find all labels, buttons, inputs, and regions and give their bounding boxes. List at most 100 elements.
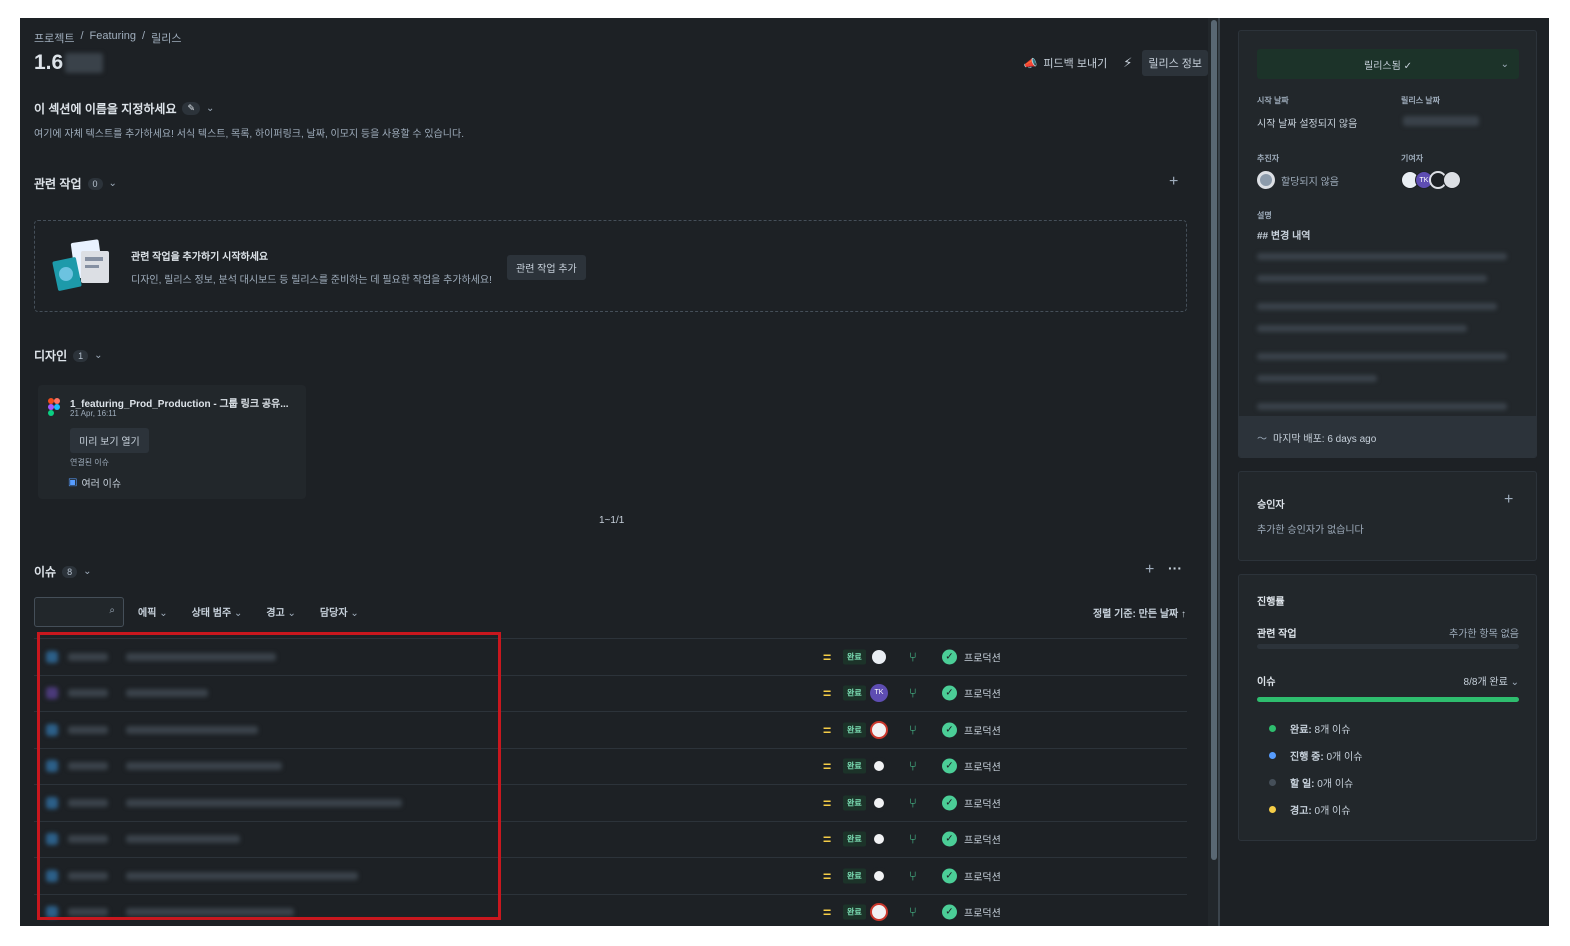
- branch-icon[interactable]: ⑂: [909, 832, 917, 847]
- branch-icon[interactable]: ⑂: [909, 759, 917, 774]
- issue-key-redacted[interactable]: [68, 798, 108, 807]
- open-preview-button[interactable]: 미리 보기 열기: [70, 428, 149, 453]
- release-status-button[interactable]: 릴리스됨 ✓ ⌄: [1257, 49, 1519, 79]
- environment-label[interactable]: 프로덕션: [964, 868, 1001, 883]
- issue-key-redacted[interactable]: [68, 725, 108, 734]
- description-heading[interactable]: ## 변경 내역: [1257, 227, 1310, 242]
- chevron-down-icon[interactable]: ⌄: [206, 103, 214, 114]
- issue-summary-redacted[interactable]: [126, 871, 358, 880]
- issue-summary-redacted[interactable]: [126, 798, 402, 807]
- design-file-name[interactable]: 1_featuring_Prod_Production - 그룹 링크 공유..…: [70, 395, 289, 410]
- chevron-down-icon[interactable]: ⌄: [94, 350, 102, 361]
- avatar[interactable]: [870, 903, 888, 922]
- issue-row[interactable]: = 완료 ⑂ ✓ 프로덕션: [34, 638, 1187, 675]
- issue-row[interactable]: = 완료 TK ⑂ ✓ 프로덕션: [34, 674, 1187, 712]
- branch-icon[interactable]: ⑂: [909, 722, 917, 737]
- status-badge[interactable]: 완료: [843, 831, 866, 847]
- environment-label[interactable]: 프로덕션: [964, 759, 1001, 774]
- panel-divider[interactable]: [1218, 18, 1220, 926]
- issue-key-redacted[interactable]: [68, 762, 108, 771]
- scroll-thumb[interactable]: [1211, 20, 1217, 860]
- filter-status-category[interactable]: 상태 범주 ⌄: [192, 604, 243, 619]
- contributor-avatars[interactable]: TK: [1401, 171, 1461, 189]
- avatar[interactable]: TK: [870, 684, 888, 703]
- linked-issues-link[interactable]: ▣ 여러 이슈: [68, 475, 121, 490]
- avatar[interactable]: [870, 647, 888, 666]
- branch-icon[interactable]: ⑂: [909, 649, 917, 664]
- branch-icon[interactable]: ⑂: [909, 795, 917, 810]
- breadcrumb-project[interactable]: Featuring: [90, 30, 136, 46]
- feedback-button[interactable]: 📣 피드백 보내기: [1018, 50, 1113, 76]
- issue-summary-redacted[interactable]: [126, 835, 240, 844]
- environment-label[interactable]: 프로덕션: [964, 905, 1001, 920]
- issue-key-redacted[interactable]: [68, 689, 108, 698]
- lightning-icon[interactable]: ⚡: [1123, 55, 1132, 71]
- description-redacted[interactable]: [1257, 253, 1513, 443]
- avatar[interactable]: [870, 793, 888, 812]
- issue-key-redacted[interactable]: [68, 871, 108, 880]
- issue-row[interactable]: = 완료 ⑂ ✓ 프로덕션: [34, 820, 1187, 858]
- release-info-button[interactable]: 릴리스 정보: [1142, 50, 1208, 76]
- issue-summary-redacted[interactable]: [126, 762, 282, 771]
- figma-icon: [48, 398, 60, 416]
- issue-row[interactable]: = 완료 ⑂ ✓ 프로덕션: [34, 857, 1187, 894]
- issue-key-redacted[interactable]: [68, 652, 108, 661]
- more-options-icon[interactable]: ···: [1168, 560, 1182, 576]
- issues-heading[interactable]: 이슈 8 ⌄: [34, 563, 92, 580]
- branch-icon[interactable]: ⑂: [909, 905, 917, 920]
- issue-row[interactable]: = 완료 ⑂ ✓ 프로덕션: [34, 711, 1187, 748]
- filter-warning[interactable]: 경고 ⌄: [266, 604, 296, 619]
- avatar[interactable]: [870, 757, 888, 776]
- add-approver-icon[interactable]: +: [1504, 491, 1513, 509]
- branch-icon[interactable]: ⑂: [909, 686, 917, 701]
- driver-value[interactable]: 할당되지 않음: [1257, 171, 1339, 189]
- breadcrumb-projects[interactable]: 프로젝트: [34, 30, 74, 46]
- avatar[interactable]: [870, 866, 888, 885]
- environment-label[interactable]: 프로덕션: [964, 686, 1001, 701]
- issue-summary-redacted[interactable]: [126, 725, 258, 734]
- filter-assignee[interactable]: 담당자 ⌄: [320, 604, 359, 619]
- issues-count-badge: 8: [62, 565, 78, 578]
- status-badge[interactable]: 완료: [843, 795, 866, 811]
- issue-key-redacted[interactable]: [68, 908, 108, 917]
- progress-issues[interactable]: 이슈 8/8개 완료 ⌄: [1257, 673, 1519, 688]
- avatar[interactable]: [870, 720, 888, 739]
- branch-icon[interactable]: ⑂: [909, 868, 917, 883]
- start-date-value[interactable]: 시작 날짜 설정되지 않음: [1257, 115, 1357, 130]
- related-work-heading[interactable]: 관련 작업 0 ⌄: [34, 175, 117, 192]
- status-badge[interactable]: 완료: [843, 758, 866, 774]
- issue-search-input[interactable]: ⌕: [34, 597, 124, 627]
- status-badge[interactable]: 완료: [843, 904, 866, 920]
- design-heading[interactable]: 디자인 1 ⌄: [34, 347, 103, 364]
- chevron-down-icon[interactable]: ⌄: [109, 178, 117, 189]
- issue-summary-redacted[interactable]: [126, 689, 208, 698]
- filter-epic[interactable]: 에픽 ⌄: [138, 604, 168, 619]
- environment-label[interactable]: 프로덕션: [964, 649, 1001, 664]
- section-name-heading[interactable]: 이 섹션에 이름을 지정하세요 ✎ ⌄: [34, 100, 214, 117]
- environment-label[interactable]: 프로덕션: [964, 722, 1001, 737]
- release-date-redacted[interactable]: [1403, 116, 1479, 126]
- environment-label[interactable]: 프로덕션: [964, 832, 1001, 847]
- add-related-icon[interactable]: +: [1169, 173, 1178, 191]
- status-badge[interactable]: 완료: [843, 649, 866, 665]
- environment-label[interactable]: 프로덕션: [964, 795, 1001, 810]
- design-card[interactable]: 1_featuring_Prod_Production - 그룹 링크 공유..…: [38, 385, 306, 499]
- chevron-down-icon: ⌄: [1510, 677, 1519, 688]
- add-related-button[interactable]: 관련 작업 추가: [507, 255, 586, 280]
- issue-summary-redacted[interactable]: [126, 908, 294, 917]
- status-badge[interactable]: 완료: [843, 722, 866, 738]
- add-issue-icon[interactable]: +: [1145, 561, 1154, 579]
- issue-row[interactable]: = 완료 ⑂ ✓ 프로덕션: [34, 747, 1187, 785]
- breadcrumb-releases[interactable]: 릴리스: [151, 30, 181, 46]
- issue-summary-redacted[interactable]: [126, 652, 276, 661]
- last-deploy[interactable]: 〜 마지막 배포: 6 days ago: [1239, 416, 1536, 457]
- avatar[interactable]: [870, 830, 888, 849]
- sort-button[interactable]: 정렬 기준: 만든 날짜 ↑: [1093, 605, 1186, 620]
- issue-row[interactable]: = 완료 ⑂ ✓ 프로덕션: [34, 784, 1187, 821]
- issue-key-redacted[interactable]: [68, 835, 108, 844]
- status-badge[interactable]: 완료: [843, 685, 866, 701]
- status-badge[interactable]: 완료: [843, 868, 866, 884]
- issue-row[interactable]: = 완료 ⑂ ✓ 프로덕션: [34, 893, 1187, 927]
- pencil-icon[interactable]: ✎: [182, 102, 201, 115]
- chevron-down-icon[interactable]: ⌄: [83, 566, 91, 577]
